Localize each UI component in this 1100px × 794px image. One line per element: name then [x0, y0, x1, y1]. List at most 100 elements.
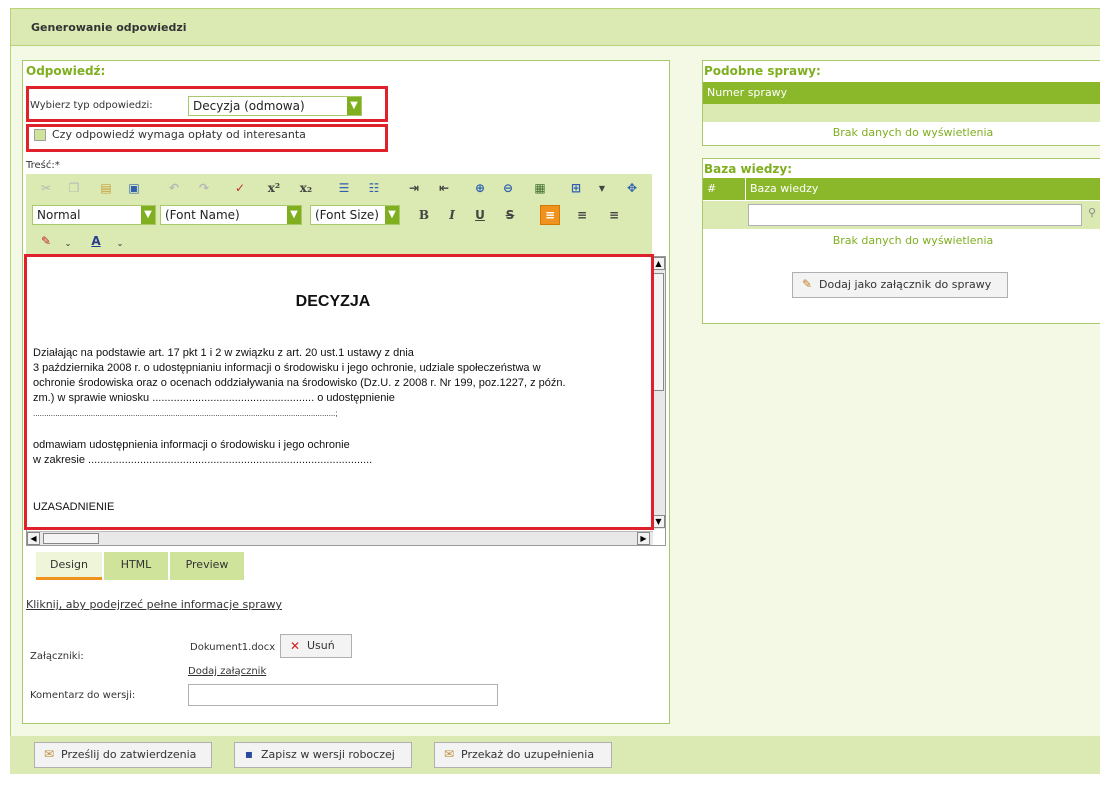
- knowledge-name-label: Baza wiedzy: [750, 182, 819, 195]
- document-line: ochronie środowiska oraz o ocenach oddzi…: [33, 377, 566, 389]
- page-header: Generowanie odpowiedzi: [10, 8, 1100, 46]
- knowledge-hash-column[interactable]: #: [703, 178, 745, 200]
- chevron-down-icon[interactable]: ⌄: [110, 233, 130, 253]
- chevron-down-icon: ▼: [141, 206, 155, 224]
- align-right-icon[interactable]: ≡: [604, 205, 624, 225]
- scroll-thumb[interactable]: [653, 273, 664, 391]
- tab-preview[interactable]: Preview: [170, 552, 244, 580]
- response-section-title: Odpowiedź:: [26, 64, 106, 78]
- scroll-thumb[interactable]: [43, 533, 99, 544]
- table-icon[interactable]: ⊞: [566, 178, 586, 198]
- subscript-button[interactable]: x₂: [296, 178, 316, 198]
- knowledge-filter-input[interactable]: [748, 204, 1082, 226]
- chevron-down-icon: ▼: [287, 206, 301, 224]
- document-line: UZASADNIENIE: [33, 501, 115, 513]
- edit-icon: ✎: [801, 277, 813, 291]
- copy-icon[interactable]: ❐: [64, 178, 84, 198]
- send-for-approval-label: Prześlij do zatwierdzenia: [61, 748, 197, 761]
- fullscreen-icon[interactable]: ✥: [622, 178, 642, 198]
- font-name-value: (Font Name): [165, 208, 240, 222]
- case-details-link[interactable]: Kliknij, aby podejrzeć pełne informacje …: [26, 598, 282, 611]
- filter-icon[interactable]: ⚲: [1088, 206, 1096, 219]
- response-type-label: Wybierz typ odpowiedzi:: [30, 100, 153, 111]
- envelope-icon: ✉: [443, 747, 455, 761]
- document-line: Działając na podstawie art. 17 pkt 1 i 2…: [33, 347, 414, 359]
- add-as-attachment-button[interactable]: ✎ Dodaj jako załącznik do sprawy: [792, 272, 1008, 298]
- remove-attachment-label: Usuń: [307, 639, 335, 652]
- redo-icon[interactable]: ↷: [194, 178, 214, 198]
- font-size-value: (Font Size): [315, 208, 379, 222]
- document-line: zm.) w sprawie wniosku .................…: [33, 392, 395, 404]
- cut-icon[interactable]: ✂: [36, 178, 56, 198]
- align-center-icon[interactable]: ≡: [572, 205, 592, 225]
- format-value: Normal: [37, 208, 81, 222]
- outdent-icon[interactable]: ⇤: [434, 178, 454, 198]
- content-label: Treść:*: [26, 160, 60, 171]
- comment-label: Komentarz do wersji:: [30, 690, 136, 701]
- remove-attachment-button[interactable]: ✕ Usuń: [280, 634, 352, 658]
- document-line: odmawiam udostępnienia informacji o środ…: [33, 439, 350, 451]
- response-type-value: Decyzja (odmowa): [193, 99, 305, 113]
- page-title: Generowanie odpowiedzi: [31, 21, 187, 34]
- similar-cases-filter-row: [703, 104, 1100, 122]
- table-dropdown-icon[interactable]: ▼: [592, 178, 612, 198]
- superscript-button[interactable]: x²: [264, 178, 284, 198]
- bold-button[interactable]: B: [414, 205, 434, 225]
- knowledge-base-title: Baza wiedzy:: [704, 162, 793, 176]
- chevron-down-icon[interactable]: ⌄: [58, 233, 78, 253]
- link-icon[interactable]: ⊕: [470, 178, 490, 198]
- font-color-button[interactable]: A: [86, 231, 106, 251]
- forward-for-completion-label: Przekaż do uzupełnienia: [461, 748, 595, 761]
- save-draft-label: Zapisz w wersji roboczej: [261, 748, 395, 761]
- undo-icon[interactable]: ↶: [164, 178, 184, 198]
- rich-text-editor[interactable]: DECYZJA Działając na podstawie art. 17 p…: [26, 256, 666, 546]
- case-number-column[interactable]: Numer sprawy: [707, 86, 787, 99]
- forward-for-completion-button[interactable]: ✉ Przekaż do uzupełnienia: [434, 742, 612, 768]
- format-select[interactable]: Normal ▼: [32, 205, 156, 225]
- fee-checkbox[interactable]: [34, 129, 46, 141]
- document-line: ........................................…: [33, 409, 338, 418]
- add-as-attachment-label: Dodaj jako załącznik do sprawy: [819, 278, 992, 291]
- similar-cases-title: Podobne sprawy:: [704, 64, 821, 78]
- chevron-down-icon: ▼: [385, 206, 399, 224]
- unlink-icon[interactable]: ⊖: [498, 178, 518, 198]
- scroll-left-icon[interactable]: ◀: [27, 532, 40, 545]
- strikethrough-button[interactable]: S: [500, 205, 520, 225]
- similar-cases-empty: Brak danych do wyświetlenia: [832, 126, 994, 139]
- paste-word-icon[interactable]: ▣: [124, 178, 144, 198]
- attachments-label: Załączniki:: [30, 651, 84, 662]
- highlight-color-icon[interactable]: ✎: [36, 231, 56, 251]
- comment-input[interactable]: [188, 684, 498, 706]
- save-icon: ▪: [244, 747, 254, 761]
- hash-column-label: #: [707, 182, 717, 195]
- knowledge-name-column[interactable]: Baza wiedzy: [746, 178, 1100, 200]
- attachment-file-name: Dokument1.docx: [190, 642, 276, 653]
- fee-label: Czy odpowiedź wymaga opłaty od interesan…: [52, 128, 306, 141]
- scroll-right-icon[interactable]: ▶: [637, 532, 650, 545]
- tab-html[interactable]: HTML: [104, 552, 168, 580]
- italic-button[interactable]: I: [442, 205, 462, 225]
- underline-button[interactable]: U: [470, 205, 490, 225]
- document-line: w zakresie .............................…: [33, 454, 373, 466]
- chevron-down-icon: ▼: [347, 97, 361, 115]
- document-line: 3 października 2008 r. o udostępnianiu i…: [33, 362, 541, 374]
- vertical-scrollbar[interactable]: ▲ ▼: [651, 257, 665, 529]
- scroll-down-icon[interactable]: ▼: [652, 515, 665, 528]
- scroll-up-icon[interactable]: ▲: [652, 257, 665, 270]
- paste-icon[interactable]: ▤: [96, 178, 116, 198]
- save-draft-button[interactable]: ▪ Zapisz w wersji roboczej: [234, 742, 412, 768]
- align-left-icon[interactable]: ≡: [540, 205, 560, 225]
- bullet-list-icon[interactable]: ☷: [364, 178, 384, 198]
- add-attachment-link[interactable]: Dodaj załącznik: [188, 666, 266, 677]
- numbered-list-icon[interactable]: ☰: [334, 178, 354, 198]
- response-type-select[interactable]: Decyzja (odmowa) ▼: [188, 96, 362, 116]
- spellcheck-icon[interactable]: ✓: [230, 178, 250, 198]
- tab-design[interactable]: Design: [36, 552, 102, 580]
- indent-icon[interactable]: ⇥: [404, 178, 424, 198]
- image-icon[interactable]: ▦: [530, 178, 550, 198]
- close-icon: ✕: [289, 639, 301, 653]
- horizontal-scrollbar[interactable]: ◀ ▶: [27, 531, 653, 545]
- font-size-select[interactable]: (Font Size) ▼: [310, 205, 400, 225]
- font-name-select[interactable]: (Font Name) ▼: [160, 205, 302, 225]
- send-for-approval-button[interactable]: ✉ Prześlij do zatwierdzenia: [34, 742, 212, 768]
